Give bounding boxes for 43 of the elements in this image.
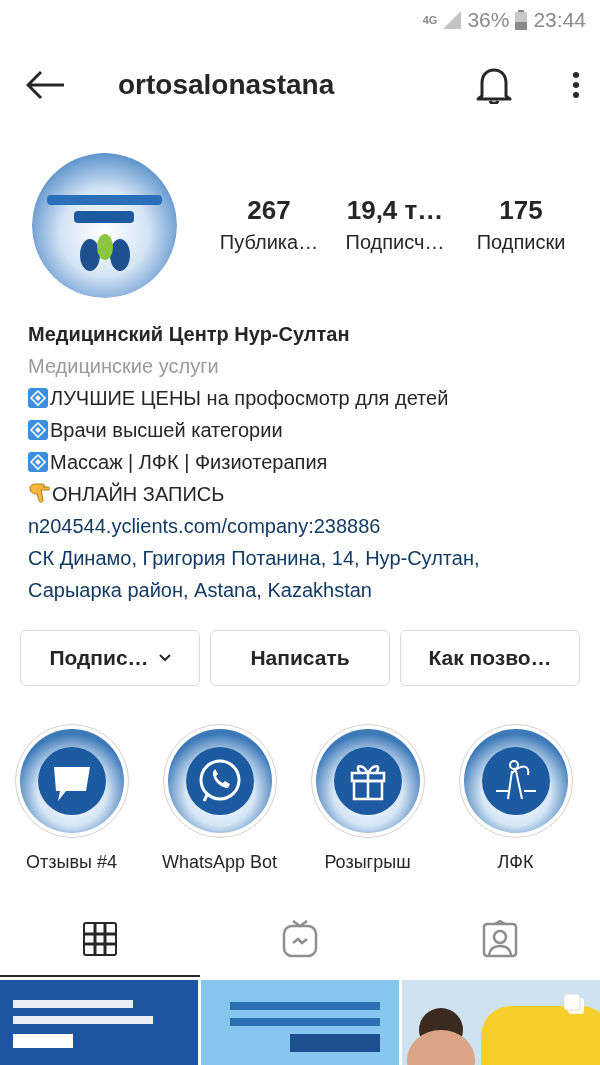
pointing-hand-icon — [28, 482, 50, 506]
username: ortosalonastana — [118, 69, 336, 101]
stretching-figure-icon — [463, 729, 568, 833]
stat-count[interactable]: 267 — [247, 193, 291, 227]
highlight-label: Розыгрыш — [324, 852, 411, 873]
phone-bubble-icon — [167, 729, 272, 833]
highlight-label: WhatsApp Bot — [161, 852, 278, 873]
multiple-posts-icon — [562, 992, 586, 1016]
more-options-icon[interactable] — [572, 71, 580, 99]
profile-action-button[interactable]: Подпис… — [20, 630, 200, 686]
profile-action-button[interactable]: Как позво… — [400, 630, 580, 686]
diamond-icon — [28, 420, 48, 440]
profile-category: Медицинские услуги — [28, 354, 220, 379]
clock: 23:44 — [533, 8, 586, 32]
stat-count[interactable]: 175 — [499, 193, 543, 227]
stat-label[interactable]: Публика… — [219, 227, 319, 257]
tagged-person-icon — [482, 920, 518, 958]
battery-percent: 36% — [467, 8, 510, 32]
stat-label[interactable]: Подписч… — [345, 227, 445, 257]
signal-icon — [443, 11, 462, 29]
grid-icon — [83, 922, 117, 956]
bio-line: Врачи высшей категории — [50, 418, 283, 443]
highlight-label: ЛФК — [497, 852, 534, 873]
network-type: 4G — [422, 14, 438, 26]
chevron-down-icon — [158, 654, 171, 662]
bio-line: Массаж | ЛФК | Физиотерапия — [50, 450, 328, 475]
profile-action-button[interactable]: Написать — [210, 630, 390, 686]
gift-icon — [315, 729, 420, 833]
tv-icon — [282, 920, 318, 958]
highlight-label: Отзывы #4 — [26, 852, 117, 873]
website-link[interactable]: n204544.yclients.com/company:238886 — [28, 515, 381, 537]
diamond-icon — [28, 452, 48, 472]
stat-label[interactable]: Подписки — [476, 227, 566, 257]
battery-icon — [515, 10, 528, 30]
stat-count[interactable]: 19,4 т… — [346, 193, 444, 227]
back-arrow-icon[interactable] — [26, 70, 66, 100]
profile-name: Медицинский Центр Нур-Султан — [28, 322, 351, 347]
bell-icon[interactable] — [476, 66, 512, 104]
address-link[interactable]: СК Динамо, Григория Потанина, 14, Нур-Султан, Сарыарка район, Astana, Kazakhstan — [28, 542, 568, 606]
bio-line: ЛУЧШИЕ ЦЕНЫ на профосмотр для детей — [50, 386, 449, 411]
bio-line: ОНЛАЙН ЗАПИСЬ — [52, 481, 225, 507]
diamond-icon — [28, 388, 48, 408]
speech-bubble-icon — [19, 729, 124, 833]
